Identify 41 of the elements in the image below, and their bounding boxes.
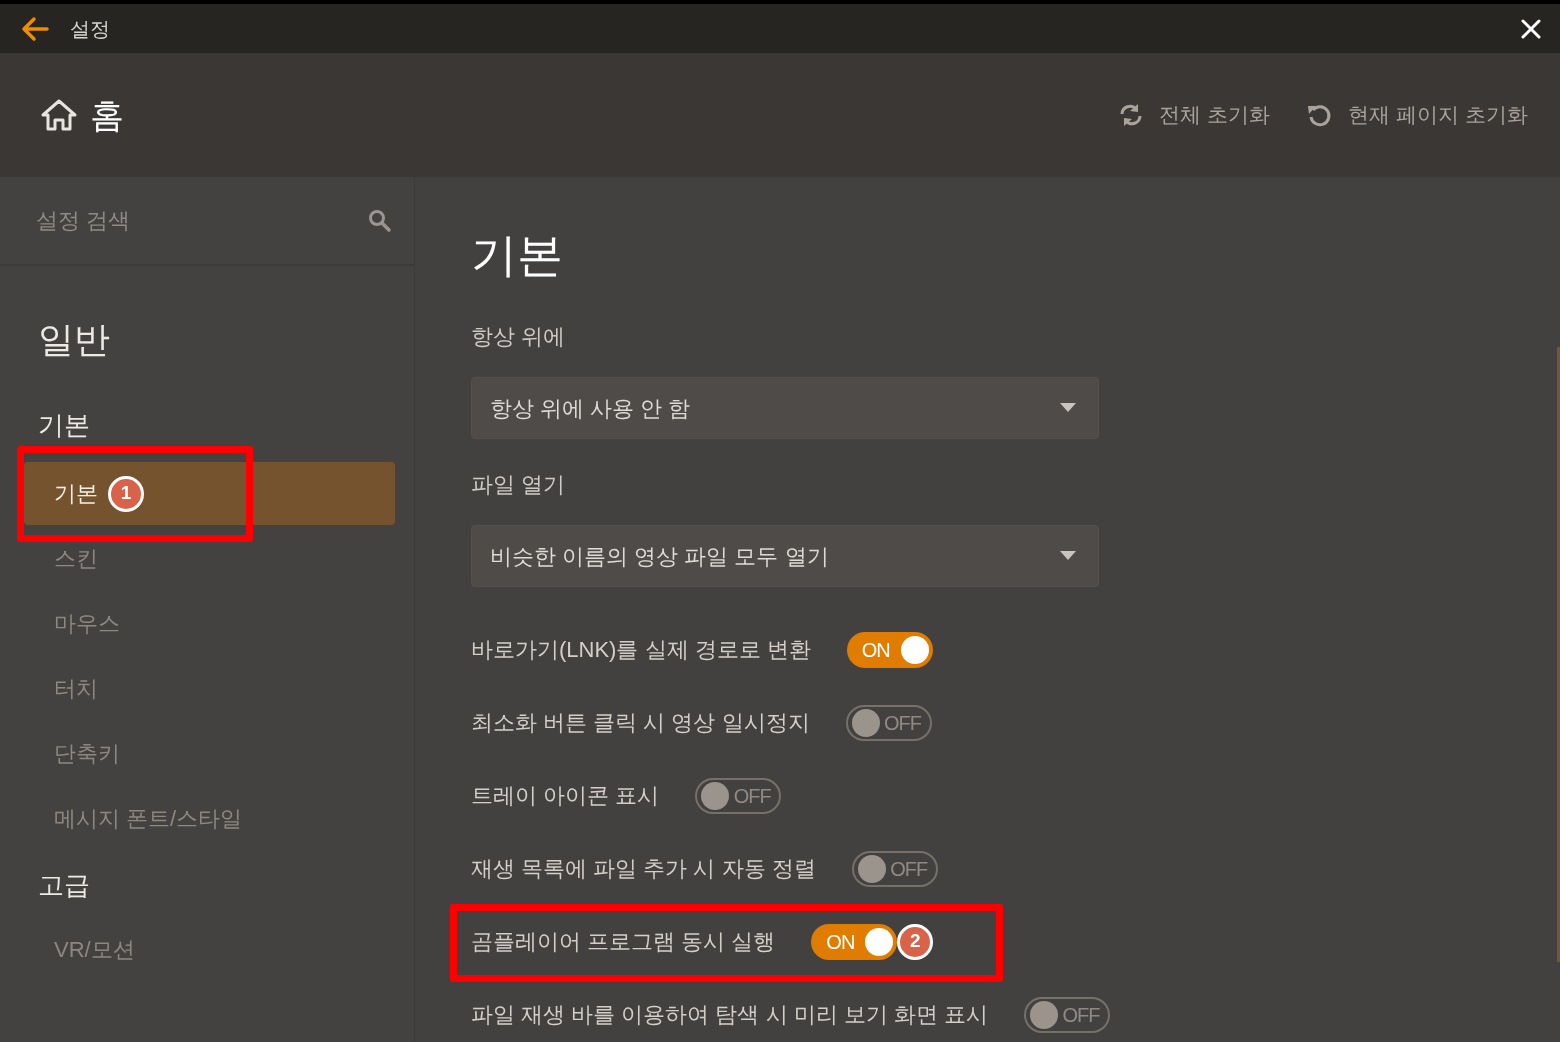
nav-item[interactable]: VR/모션 bbox=[24, 918, 395, 981]
reset-page-button[interactable]: 현재 페이지 초기화 bbox=[1306, 99, 1528, 131]
nav-item[interactable]: 단축키 bbox=[24, 722, 395, 785]
reset-all-button[interactable]: 전체 초기화 bbox=[1117, 99, 1271, 131]
nav-item[interactable]: 메시지 폰트/스타일 bbox=[24, 787, 395, 850]
toggle-switch[interactable]: ON bbox=[811, 923, 898, 960]
setting-label: 재생 목록에 파일 추가 시 자동 정렬 bbox=[471, 855, 816, 883]
step-badge: 1 bbox=[108, 475, 144, 512]
toggle-switch[interactable]: OFF bbox=[845, 704, 932, 741]
caret-icon bbox=[1060, 403, 1076, 413]
group-heading: 기본 bbox=[37, 409, 91, 442]
scrollbar[interactable] bbox=[1557, 347, 1560, 962]
nav-item[interactable]: 스킨 bbox=[24, 527, 395, 590]
dropdown[interactable]: 항상 위에 사용 안 함 bbox=[471, 377, 1099, 439]
setting-label: 최소화 버튼 클릭 시 영상 일시정지 bbox=[471, 709, 810, 737]
caret-icon bbox=[1060, 551, 1076, 561]
setting-label: 파일 재생 바를 이용하여 탐색 시 미리 보기 화면 표시 bbox=[471, 1001, 988, 1029]
toggle-switch[interactable]: OFF bbox=[695, 777, 782, 814]
dropdown[interactable]: 비슷한 이름의 영상 파일 모두 열기 bbox=[471, 525, 1099, 587]
step-badge: 2 bbox=[897, 923, 934, 960]
section-heading: 일반 bbox=[37, 318, 111, 362]
nav-item[interactable]: 기본 1 bbox=[24, 462, 395, 525]
search-field[interactable]: 설정 검색 bbox=[36, 204, 368, 237]
home-icon[interactable] bbox=[40, 98, 78, 132]
group-heading: 고급 bbox=[37, 869, 91, 902]
page-title: 홈 bbox=[90, 94, 124, 136]
section-title: 기본 bbox=[471, 228, 564, 283]
close-icon[interactable] bbox=[1520, 17, 1542, 40]
nav-item[interactable]: 마우스 bbox=[24, 592, 395, 655]
setting-label: 바로가기(LNK)를 실제 경로로 변환 bbox=[471, 636, 811, 664]
setting-label: 곰플레이어 프로그램 동시 실행 bbox=[471, 928, 776, 956]
setting-label: 트레이 아이콘 표시 bbox=[471, 782, 660, 810]
window-title: 설정 bbox=[70, 16, 110, 42]
search-icon[interactable] bbox=[368, 208, 392, 233]
toggle-switch[interactable]: OFF bbox=[1024, 996, 1110, 1033]
toggle-switch[interactable]: OFF bbox=[851, 850, 938, 887]
setting-label: 항상 위에 bbox=[471, 323, 567, 351]
back-arrow-icon[interactable] bbox=[20, 15, 50, 42]
setting-label: 파일 열기 bbox=[471, 471, 567, 499]
nav-item[interactable]: 터치 bbox=[24, 657, 395, 720]
toggle-switch[interactable]: ON bbox=[846, 631, 933, 668]
